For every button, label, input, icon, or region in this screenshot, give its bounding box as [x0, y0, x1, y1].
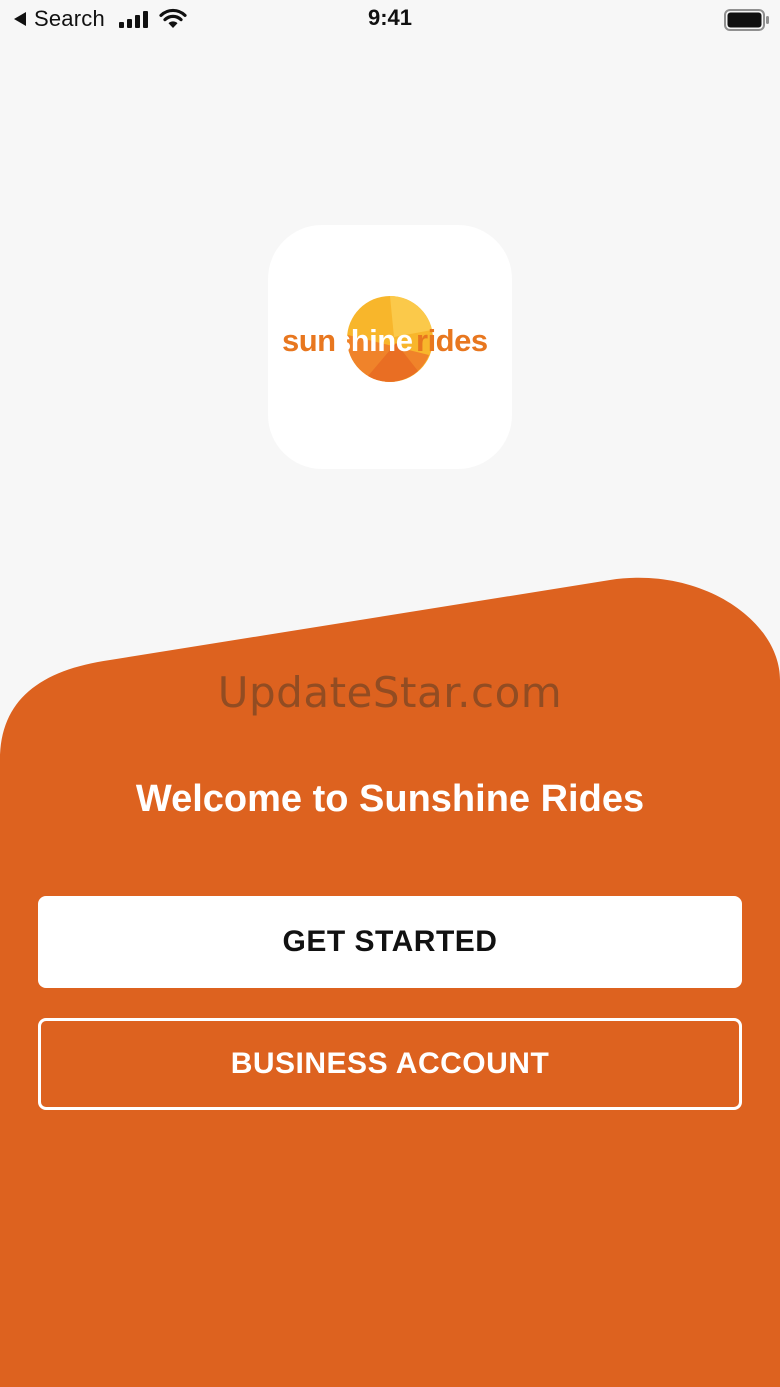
watermark-text: UpdateStar.com — [217, 668, 563, 717]
battery-icon — [724, 8, 770, 36]
get-started-button[interactable]: GET STARTED — [38, 896, 742, 988]
welcome-screen: Search 9:41 sun shine rides UpdateStar.c… — [0, 0, 780, 1387]
status-time: 9:41 — [367, 5, 413, 30]
welcome-title: Welcome to Sunshine Rides — [135, 778, 645, 820]
business-account-button[interactable]: BUSINESS ACCOUNT — [38, 1018, 742, 1110]
status-bar: Search 9:41 — [0, 0, 780, 40]
